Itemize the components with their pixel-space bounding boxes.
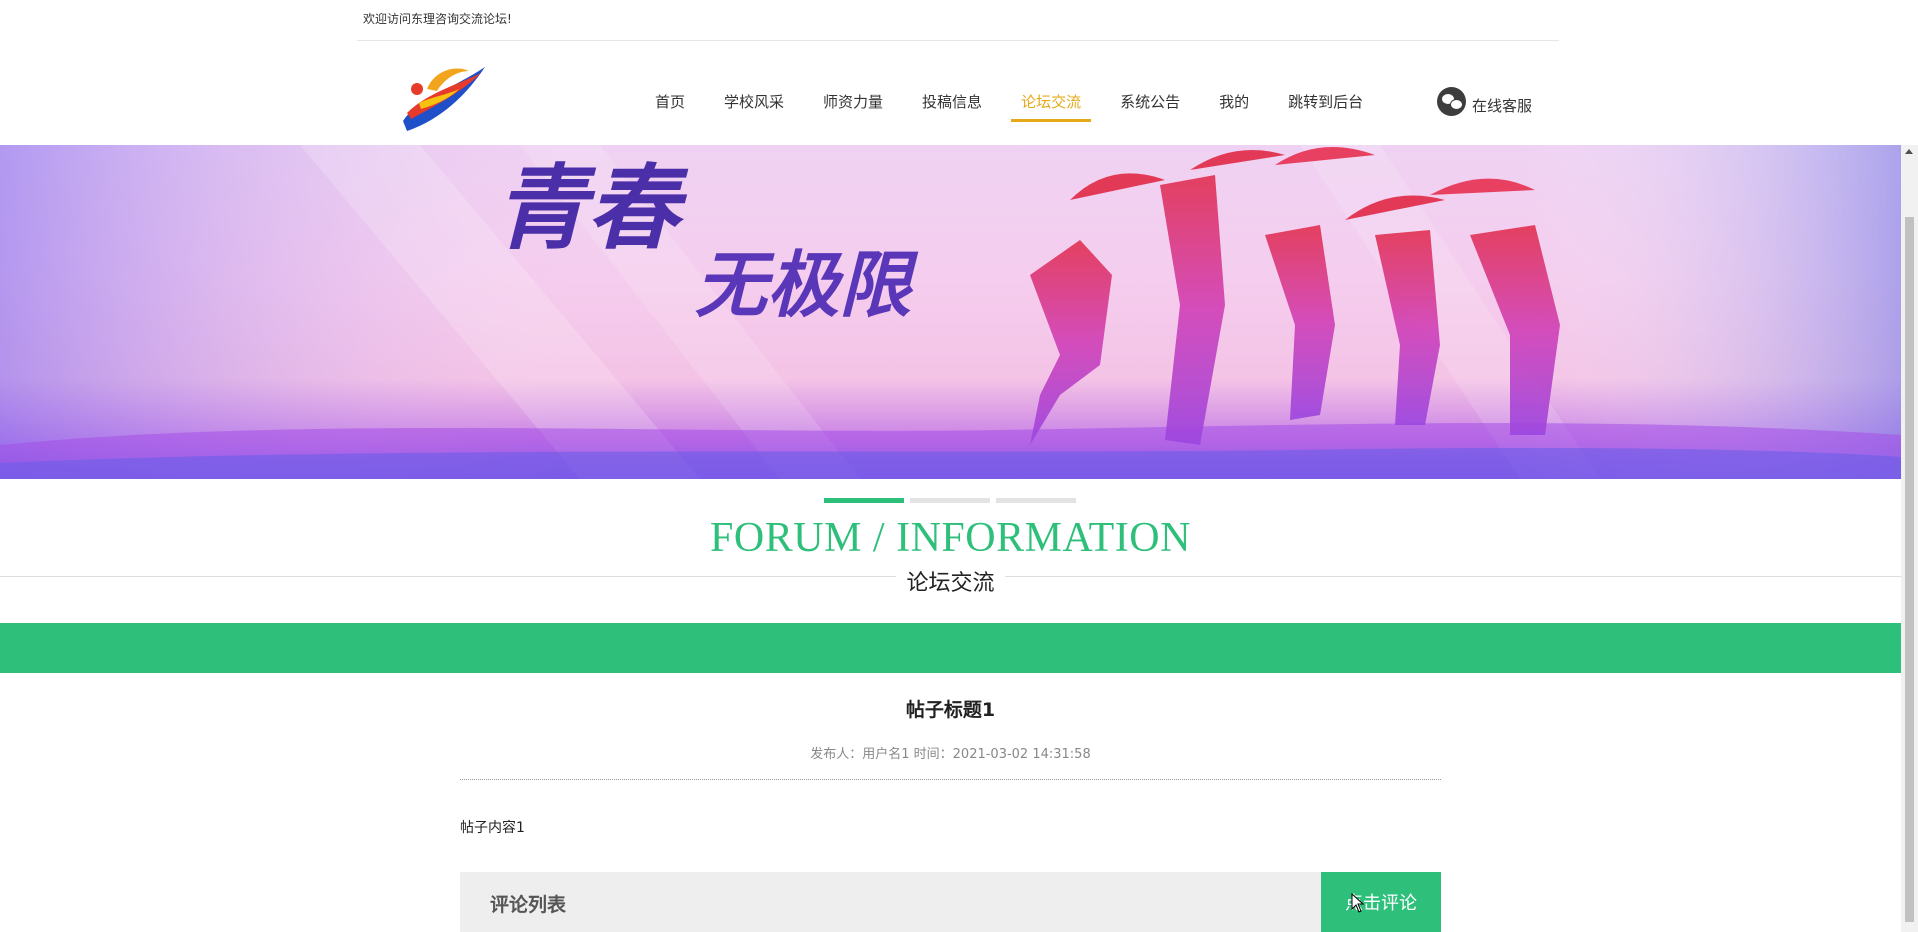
page: 欢迎访问东理咨询交流论坛! 首页 学校风采 师资力量 投稿信息 论坛交流 系统公… — [0, 0, 1901, 932]
nav-announcements[interactable]: 系统公告 — [1120, 91, 1180, 122]
carousel-dot-3[interactable] — [996, 498, 1076, 503]
green-bar — [0, 623, 1901, 673]
top-bar: 欢迎访问东理咨询交流论坛! — [357, 0, 1559, 41]
nav-mine[interactable]: 我的 — [1219, 91, 1249, 122]
header: 首页 学校风采 师资力量 投稿信息 论坛交流 系统公告 我的 跳转到后台 在线客… — [357, 41, 1559, 145]
wechat-icon — [1437, 87, 1466, 116]
post-meta: 发布人：用户名1 时间：2021-03-02 14:31:58 — [810, 747, 1091, 762]
nav-teachers[interactable]: 师资力量 — [823, 91, 883, 122]
section-title-cn-wrap: 论坛交流 — [0, 565, 1901, 597]
comments-header: 评论列表 点击评论 — [460, 872, 1441, 932]
online-service-link[interactable]: 在线客服 — [1437, 87, 1532, 116]
nav-admin[interactable]: 跳转到后台 — [1288, 91, 1363, 122]
nav-home[interactable]: 首页 — [655, 91, 685, 122]
page-scrollbar[interactable] — [1901, 145, 1918, 932]
comments-title: 评论列表 — [490, 894, 567, 916]
main-nav: 首页 学校风采 师资力量 投稿信息 论坛交流 系统公告 我的 跳转到后台 — [655, 91, 1402, 122]
section-title-en: FORUM / INFORMATION — [710, 515, 1191, 561]
site-logo[interactable] — [397, 59, 489, 135]
section-title-cn: 论坛交流 — [896, 571, 1005, 596]
nav-school[interactable]: 学校风采 — [724, 91, 784, 122]
banner-headline: 青春 — [495, 154, 689, 262]
add-comment-button[interactable]: 点击评论 — [1321, 872, 1441, 932]
post-divider — [460, 779, 1441, 780]
scroll-up-icon[interactable] — [1905, 149, 1913, 154]
carousel-indicators — [824, 498, 1076, 503]
online-service-label: 在线客服 — [1472, 97, 1533, 115]
banner-subline: 无极限 — [695, 242, 919, 327]
nav-submissions[interactable]: 投稿信息 — [922, 91, 982, 122]
scrollbar-thumb[interactable] — [1905, 217, 1914, 922]
banner-image: 青春 无极限 — [0, 145, 1901, 479]
mouse-cursor-icon — [1351, 892, 1365, 917]
post-title: 帖子标题1 — [905, 699, 996, 721]
welcome-text: 欢迎访问东理咨询交流论坛! — [363, 12, 512, 26]
nav-forum[interactable]: 论坛交流 — [1011, 91, 1092, 122]
carousel-dot-1[interactable] — [824, 498, 904, 503]
post-content: 帖子内容1 — [460, 820, 525, 836]
carousel-dot-2[interactable] — [910, 498, 990, 503]
